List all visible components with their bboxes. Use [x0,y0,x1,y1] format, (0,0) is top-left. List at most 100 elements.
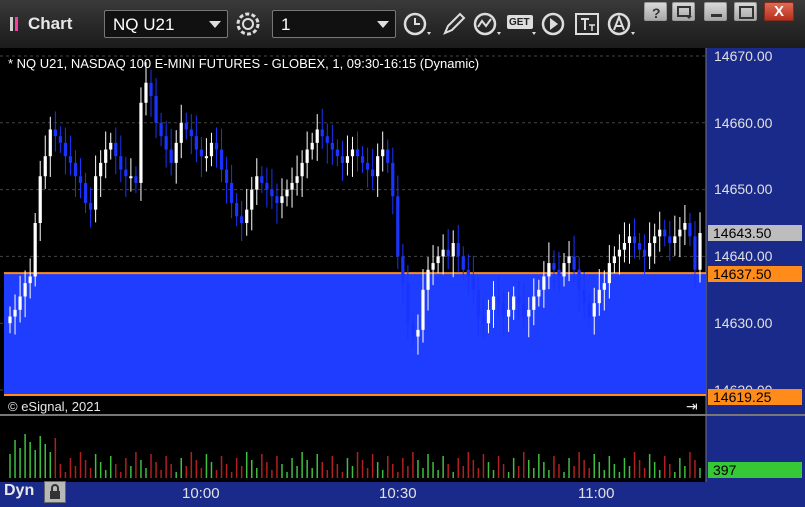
candle-body [305,149,309,163]
candle-body [360,156,365,163]
candle-body [174,142,178,163]
candle-body [451,243,455,257]
candle-body [461,256,465,270]
candle-body [33,223,37,277]
candle-body [476,289,480,317]
candle-body [310,142,314,150]
candle-body [68,156,73,163]
text-tool-button[interactable] [574,10,602,38]
candle-body [627,236,632,244]
candle-body [456,243,460,257]
candle-body [668,236,672,244]
alert-button[interactable] [606,10,635,38]
candle-body [219,149,224,170]
price-label: 14660.00 [714,115,773,131]
candle-body [189,129,193,137]
get-label: GET [509,17,530,28]
candle-body [325,136,329,143]
candle-body [88,202,93,210]
candle-body [43,156,47,177]
window-title: Chart [28,14,73,33]
candle-body [230,182,234,203]
candle-body [602,283,606,290]
candle-body [496,296,501,304]
minimize-button[interactable] [704,2,727,21]
candle-body [693,236,697,270]
get-data-button[interactable]: GET [506,10,536,38]
chart-area[interactable]: * NQ U21, NASDAQ 100 E-MINI FUTURES - GL… [0,48,805,507]
settings-button[interactable] [234,10,262,38]
candle-body [83,182,88,203]
candle-body [73,162,78,177]
candle-body [204,156,209,159]
minimize-icon [711,14,722,17]
link-button[interactable] [672,2,695,21]
candle-body [350,149,355,157]
candle-body [214,142,219,150]
candle-body [632,236,637,244]
candle-body [144,82,148,103]
candle-body [58,136,62,143]
candle-body [522,303,526,317]
candle-body [582,289,586,304]
candle-body [562,263,566,277]
maximize-button[interactable] [734,2,757,21]
candle-body [315,129,319,143]
candle-body [275,196,279,203]
lock-icon [50,484,60,499]
candle-body [265,182,269,190]
study-button[interactable] [472,10,501,38]
symbol-selector[interactable]: NQ U21 [104,10,228,38]
candle-body [663,229,667,237]
candle-body [678,229,682,237]
candle-body [698,233,702,270]
zone-upper-tag: 14637.50 [708,266,802,282]
chevron-down-icon[interactable] [377,21,389,28]
candle-body [290,182,294,190]
maximize-icon [739,6,754,19]
candle-body [381,149,385,157]
candle-body [653,236,657,244]
lock-scale-button[interactable] [44,481,66,503]
interval-selector[interactable]: 1 [272,10,396,38]
candle-body [587,303,591,317]
candle-body [466,269,470,277]
candle-body [18,296,22,310]
help-button[interactable]: ? [644,2,667,21]
candle-body [441,249,445,257]
candle-body [139,102,143,183]
candle-body [119,156,123,170]
candle-body [154,96,158,123]
close-button[interactable]: X [764,2,794,21]
draw-tool-button[interactable] [440,10,468,38]
candle-body [572,256,576,270]
candle-body [320,129,324,137]
candle-body [99,162,103,177]
candle-body [577,269,581,290]
play-icon [541,12,565,36]
play-button[interactable] [540,10,568,38]
zone-lower-tag: 14619.25 [708,389,802,405]
candle-body [184,122,188,130]
text-tool-icon [575,13,599,35]
candle-body [507,309,511,317]
candle-body [542,276,546,290]
candle-body [245,209,249,223]
candle-body [401,256,405,284]
pin-right-icon[interactable]: ⇥ [686,398,698,415]
candle-body [481,316,486,324]
link-icon [677,6,692,19]
candle-body [129,176,133,179]
candle-body [250,189,254,210]
candle-body [406,283,410,324]
chevron-down-icon[interactable] [209,21,221,28]
candle-body [63,142,68,157]
mode-label[interactable]: Dyn [4,482,34,500]
candle-body [179,122,183,143]
time-button[interactable] [402,10,431,38]
candle-body [209,142,214,157]
candle-body [416,329,420,337]
interval-value: 1 [281,15,291,34]
help-icon: ? [652,5,661,21]
price-chart[interactable] [0,48,805,507]
